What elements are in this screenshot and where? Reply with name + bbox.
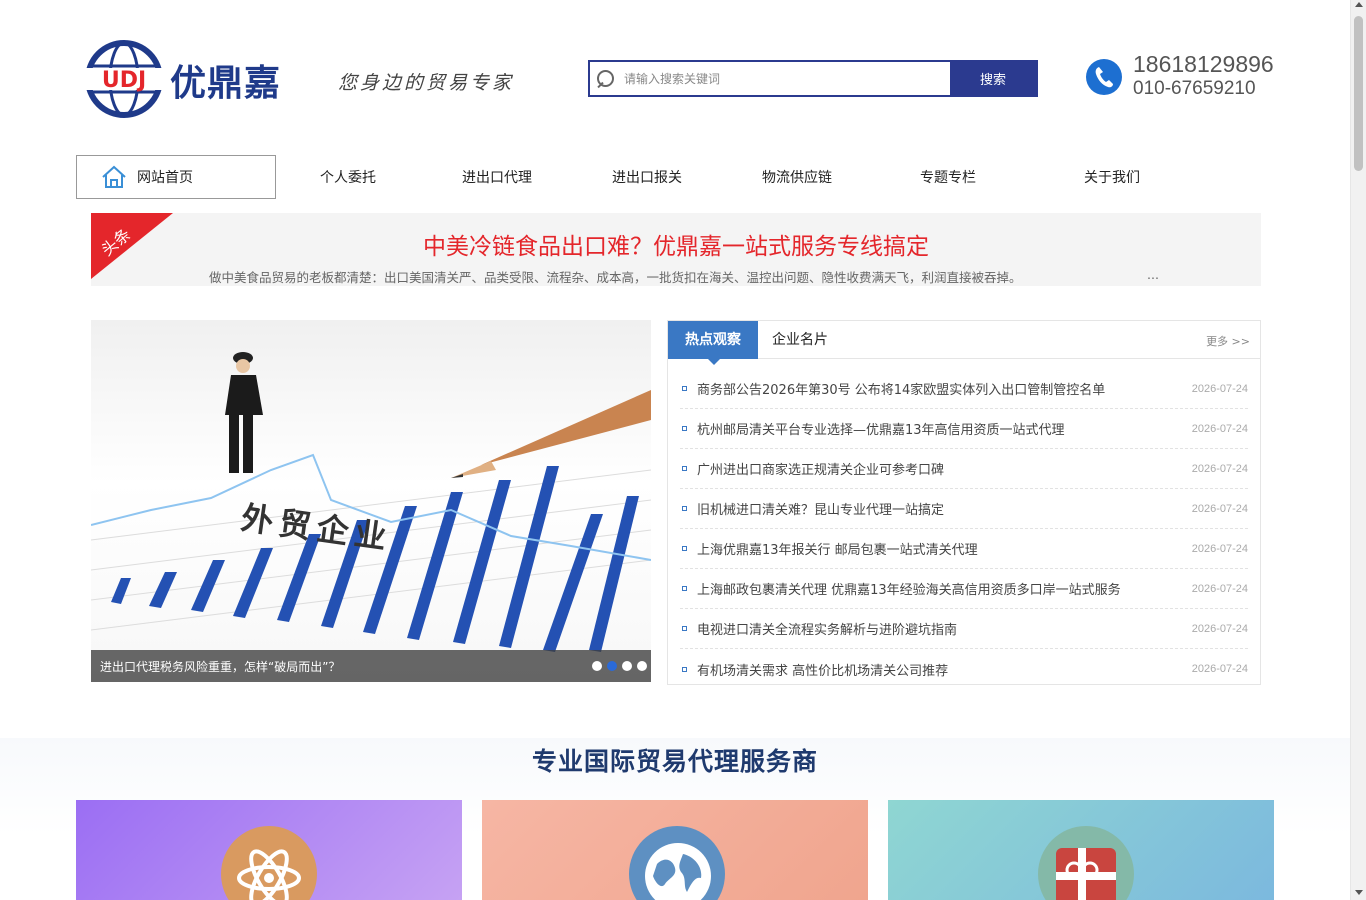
nav-item-customs[interactable]: 进出口报关 bbox=[612, 167, 682, 187]
news-date: 2026-07-24 bbox=[1191, 502, 1248, 515]
news-date: 2026-07-24 bbox=[1191, 663, 1248, 675]
site-header: UDJ 优鼎嘉 您身边的贸易专家 搜索 18618129896 010-6765… bbox=[76, 30, 1276, 130]
search-bar: 搜索 bbox=[588, 60, 1038, 97]
slider-dot[interactable] bbox=[637, 661, 647, 671]
nav-item-logistics[interactable]: 物流供应链 bbox=[762, 167, 832, 187]
slider-dots bbox=[592, 661, 647, 671]
bullet-icon bbox=[682, 626, 687, 631]
logo-text: UDJ bbox=[102, 68, 146, 93]
section-title: 专业国际贸易代理服务商 bbox=[531, 747, 818, 776]
news-title[interactable]: 电视进口清关全流程实务解析与进阶避坑指南 bbox=[697, 619, 1192, 638]
scroll-thumb[interactable] bbox=[1354, 16, 1363, 171]
home-icon bbox=[102, 165, 126, 188]
headline-banner[interactable]: 头条 中美冷链食品出口难？优鼎嘉一站式服务专线搞定 做中美食品贸易的老板都清楚：… bbox=[91, 213, 1261, 286]
slogan: 您身边的贸易专家 bbox=[338, 72, 515, 94]
news-item[interactable]: 电视进口清关全流程实务解析与进阶避坑指南 2026-07-24 bbox=[680, 609, 1248, 649]
main-nav: 网站首页 个人委托 进出口代理 进出口报关 物流供应链 专题专栏 关于我们 bbox=[76, 155, 1276, 199]
bullet-icon bbox=[682, 466, 687, 471]
news-item[interactable]: 有机场清关需求 高性价比机场清关公司推荐 2026-07-24 bbox=[680, 649, 1248, 689]
slider-dot-active[interactable] bbox=[607, 661, 617, 671]
news-item[interactable]: 杭州邮局清关平台专业选择—优鼎嘉13年高信用资质一站式代理 2026-07-24 bbox=[680, 409, 1248, 449]
news-title[interactable]: 上海优鼎嘉13年报关行 邮局包裹一站式清关代理 bbox=[697, 539, 1192, 558]
bullet-icon bbox=[682, 386, 687, 391]
slider-dot[interactable] bbox=[622, 661, 632, 671]
news-date: 2026-07-24 bbox=[1191, 542, 1248, 555]
page-scrollbar[interactable] bbox=[1350, 0, 1366, 900]
slider-caption[interactable]: 进出口代理税务风险重重，怎样“破局而出”？ bbox=[100, 658, 340, 675]
nav-item-personal[interactable]: 个人委托 bbox=[320, 167, 376, 187]
search-input[interactable] bbox=[620, 62, 950, 95]
news-date: 2026-07-24 bbox=[1191, 622, 1248, 635]
bullet-icon bbox=[682, 506, 687, 511]
image-slider[interactable]: 外贸企业 进出口代理税务风险重重，怎样“破局而出”？ bbox=[91, 320, 651, 682]
nav-home[interactable]: 网站首页 bbox=[76, 155, 276, 199]
news-title[interactable]: 杭州邮局清关平台专业选择—优鼎嘉13年高信用资质一站式代理 bbox=[697, 419, 1192, 438]
nav-item-agency[interactable]: 进出口代理 bbox=[462, 167, 532, 187]
news-panel: 热点观察 企业名片 更多 >> 商务部公告2026年第30号 公布将14家欧盟实… bbox=[667, 320, 1261, 685]
atom-icon bbox=[221, 826, 317, 900]
slider-caption-bar: 进出口代理税务风险重重，怎样“破局而出”？ bbox=[91, 650, 651, 682]
news-item[interactable]: 广州进出口商家选正规清关企业可参考口碑 2026-07-24 bbox=[680, 449, 1248, 489]
globe-icon bbox=[629, 826, 725, 900]
news-title[interactable]: 有机场清关需求 高性价比机场清关公司推荐 bbox=[697, 660, 1192, 679]
tab-company-profile[interactable]: 企业名片 bbox=[772, 321, 828, 359]
news-date: 2026-07-24 bbox=[1191, 462, 1248, 475]
tab-hot-topics[interactable]: 热点观察 bbox=[668, 321, 758, 365]
slide-image bbox=[91, 352, 651, 652]
news-title[interactable]: 商务部公告2026年第30号 公布将14家欧盟实体列入出口管制管控名单 bbox=[697, 379, 1192, 398]
bullet-icon bbox=[682, 586, 687, 591]
nav-item-topics[interactable]: 专题专栏 bbox=[920, 167, 976, 187]
headline-title[interactable]: 中美冷链食品出口难？优鼎嘉一站式服务专线搞定 bbox=[91, 227, 1261, 261]
news-title[interactable]: 旧机械进口清关难？昆山专业代理一站搞定 bbox=[697, 499, 1192, 518]
news-title[interactable]: 上海邮政包裹清关代理 优鼎嘉13年经验海关高信用资质多口岸一站式服务 bbox=[697, 579, 1192, 598]
news-list: 商务部公告2026年第30号 公布将14家欧盟实体列入出口管制管控名单 2026-… bbox=[680, 369, 1248, 689]
news-date: 2026-07-24 bbox=[1191, 582, 1248, 595]
brand-name[interactable]: 优鼎嘉 bbox=[170, 54, 281, 106]
bullet-icon bbox=[682, 426, 687, 431]
search-icon bbox=[590, 62, 620, 95]
news-item[interactable]: 上海优鼎嘉13年报关行 邮局包裹一站式清关代理 2026-07-24 bbox=[680, 529, 1248, 569]
gift-icon bbox=[1038, 826, 1134, 900]
phone-icon bbox=[1086, 59, 1122, 95]
phone-secondary: 010-67659210 bbox=[1133, 78, 1256, 99]
bullet-icon bbox=[682, 666, 687, 672]
nav-home-label: 网站首页 bbox=[137, 170, 193, 186]
udj-logo[interactable]: UDJ bbox=[84, 38, 164, 120]
service-card-1[interactable] bbox=[76, 800, 462, 900]
bullet-icon bbox=[682, 546, 687, 551]
headline-summary: 做中美食品贸易的老板都清楚：出口美国清关严、品类受限、流程杂、成本高，一批货扣在… bbox=[209, 270, 1022, 285]
news-item[interactable]: 旧机械进口清关难？昆山专业代理一站搞定 2026-07-24 bbox=[680, 489, 1248, 529]
news-tabs: 热点观察 企业名片 更多 >> bbox=[668, 321, 1260, 365]
news-item[interactable]: 商务部公告2026年第30号 公布将14家欧盟实体列入出口管制管控名单 2026-… bbox=[680, 369, 1248, 409]
scroll-up-icon[interactable] bbox=[1355, 2, 1363, 7]
slider-dot[interactable] bbox=[592, 661, 602, 671]
news-title[interactable]: 广州进出口商家选正规清关企业可参考口碑 bbox=[697, 459, 1192, 478]
phone-primary: 18618129896 bbox=[1133, 51, 1274, 77]
news-item[interactable]: 上海邮政包裹清关代理 优鼎嘉13年经验海关高信用资质多口岸一站式服务 2026-0… bbox=[680, 569, 1248, 609]
service-card-3[interactable] bbox=[888, 800, 1274, 900]
scroll-down-icon[interactable] bbox=[1355, 890, 1363, 895]
news-date: 2026-07-24 bbox=[1191, 422, 1248, 435]
service-card-2[interactable] bbox=[482, 800, 868, 900]
nav-item-about[interactable]: 关于我们 bbox=[1084, 167, 1140, 187]
headline-more[interactable]: ... bbox=[1147, 267, 1159, 282]
news-date: 2026-07-24 bbox=[1191, 382, 1248, 395]
news-more-link[interactable]: 更多 >> bbox=[1206, 333, 1250, 349]
search-button[interactable]: 搜索 bbox=[950, 62, 1036, 95]
